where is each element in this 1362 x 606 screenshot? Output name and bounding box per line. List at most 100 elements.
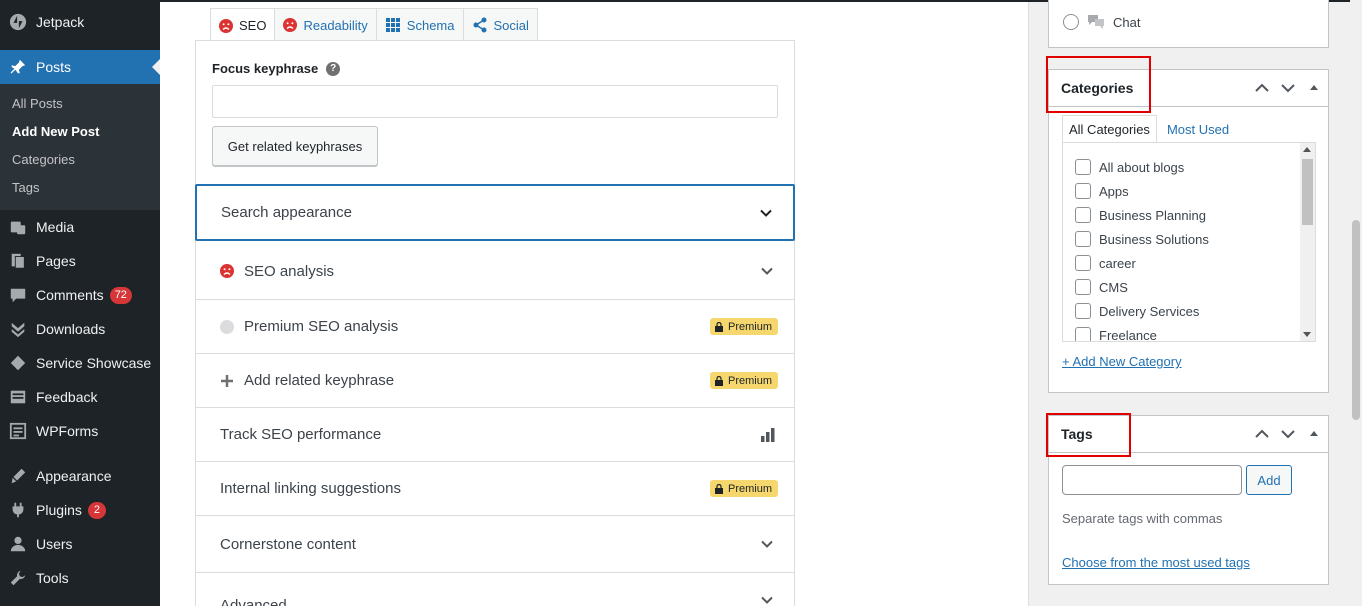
menu-feedback[interactable]: Feedback: [0, 380, 160, 414]
category-checkbox[interactable]: [1075, 303, 1091, 319]
list-item: All about blogs: [1063, 155, 1315, 179]
search-appearance-label: Search appearance: [221, 204, 352, 221]
search-appearance-row[interactable]: Search appearance: [195, 184, 795, 241]
submenu-all-posts[interactable]: All Posts: [0, 90, 160, 118]
help-icon[interactable]: ?: [326, 61, 341, 76]
cornerstone-content-row[interactable]: Cornerstone content: [196, 515, 794, 572]
track-seo-performance-row[interactable]: Track SEO performance: [196, 407, 794, 461]
scroll-thumb[interactable]: [1302, 159, 1313, 225]
chevron-up-icon[interactable]: [1254, 80, 1270, 96]
premium-badge-label: Premium: [727, 320, 772, 333]
most-used-tags-link[interactable]: Choose from the most used tags: [1062, 555, 1250, 570]
seo-analysis-row[interactable]: SEO analysis: [196, 243, 794, 299]
tab-readability[interactable]: Readability: [274, 8, 377, 41]
media-icon: [8, 217, 28, 237]
categories-highlight: [1046, 56, 1151, 113]
category-checkbox[interactable]: [1075, 159, 1091, 175]
menu-tools[interactable]: Tools: [0, 561, 160, 595]
tab-schema[interactable]: Schema: [375, 8, 464, 41]
category-checkbox[interactable]: [1075, 327, 1091, 341]
focus-keyphrase-label: Focus keyphrase ?: [212, 61, 341, 76]
menu-comments[interactable]: Comments 72: [0, 278, 160, 312]
submenu-tags[interactable]: Tags: [0, 174, 160, 202]
internal-linking-suggestions-row[interactable]: Internal linking suggestions Premium: [196, 461, 794, 515]
category-label: career: [1099, 255, 1136, 271]
advanced-label: Advanced: [220, 597, 287, 606]
showcase-icon: [8, 353, 28, 373]
sad-face-icon: [220, 264, 234, 278]
tab-social[interactable]: Social: [462, 8, 538, 41]
menu-wpforms[interactable]: WPForms: [0, 414, 160, 448]
menu-service-showcase-label: Service Showcase: [36, 355, 152, 371]
menu-plugins-label: Plugins: [36, 502, 82, 518]
plugins-icon: [8, 500, 28, 520]
category-checkbox[interactable]: [1075, 255, 1091, 271]
add-new-category-link[interactable]: + Add New Category: [1062, 354, 1182, 369]
yoast-tabs: SEO Readability Schema Social: [210, 8, 538, 42]
category-checkbox[interactable]: [1075, 183, 1091, 199]
submenu-add-new-post[interactable]: Add New Post: [0, 118, 160, 146]
menu-pages[interactable]: Pages: [0, 244, 160, 278]
pages-icon: [8, 251, 28, 271]
sad-face-icon: [219, 18, 233, 33]
get-related-keyphrases-button[interactable]: Get related keyphrases: [212, 126, 378, 166]
tab-schema-label: Schema: [406, 17, 455, 33]
lock-icon: [714, 321, 723, 332]
submenu-categories[interactable]: Categories: [0, 146, 160, 174]
category-label: CMS: [1099, 279, 1128, 295]
tab-most-used[interactable]: Most Used: [1161, 115, 1235, 143]
menu-posts[interactable]: Posts: [0, 50, 160, 84]
menu-media[interactable]: Media: [0, 210, 160, 244]
menu-downloads[interactable]: Downloads: [0, 312, 160, 346]
chevron-down-icon[interactable]: [1280, 426, 1296, 442]
advanced-row[interactable]: Advanced: [196, 572, 794, 606]
category-checkbox[interactable]: [1075, 207, 1091, 223]
focus-keyphrase-input[interactable]: [212, 85, 778, 118]
premium-badge-label: Premium: [727, 374, 772, 387]
tab-seo-label: SEO: [239, 18, 267, 33]
format-chat-radio[interactable]: [1063, 14, 1079, 30]
format-chat-label: Chat: [1113, 14, 1141, 30]
menu-users[interactable]: Users: [0, 527, 160, 561]
tab-all-categories[interactable]: All Categories: [1062, 115, 1157, 143]
lock-icon: [714, 483, 723, 494]
add-related-keyphrase-row[interactable]: Add related keyphrase Premium: [196, 353, 794, 407]
format-chat[interactable]: Chat: [1063, 14, 1140, 30]
sad-face-icon: [283, 18, 298, 32]
scroll-down-arrow-icon[interactable]: [1303, 332, 1311, 337]
menu-jetpack[interactable]: Jetpack: [0, 5, 160, 39]
premium-badge: Premium: [709, 318, 778, 335]
premium-seo-analysis-row[interactable]: Premium SEO analysis Premium: [196, 299, 794, 353]
menu-media-label: Media: [36, 219, 75, 235]
premium-badge: Premium: [709, 480, 778, 497]
menu-appearance[interactable]: Appearance: [0, 459, 160, 493]
page-scrollbar-thumb[interactable]: [1352, 220, 1360, 420]
category-label: Freelance: [1099, 327, 1157, 342]
plus-icon: [221, 374, 233, 387]
chevron-up-icon[interactable]: [1254, 426, 1270, 442]
scroll-up-arrow-icon[interactable]: [1303, 147, 1311, 152]
chevron-down-icon[interactable]: [1280, 80, 1296, 96]
menu-service-showcase[interactable]: Service Showcase: [0, 346, 160, 380]
category-checkbox[interactable]: [1075, 231, 1091, 247]
categories-scrollbar[interactable]: [1300, 143, 1315, 341]
caret-up-icon[interactable]: [1306, 80, 1322, 96]
premium-badge: Premium: [709, 372, 778, 389]
seo-analysis-label: SEO analysis: [244, 262, 335, 280]
chevron-down-icon: [761, 596, 773, 604]
list-item: Delivery Services: [1063, 299, 1315, 323]
gray-circle-icon: [220, 319, 234, 334]
menu-appearance-label: Appearance: [36, 468, 112, 484]
comments-count-badge: 72: [109, 286, 132, 304]
category-checkbox[interactable]: [1075, 279, 1091, 295]
caret-up-icon[interactable]: [1306, 426, 1322, 442]
tag-input[interactable]: [1062, 465, 1242, 495]
focus-keyphrase-text: Focus keyphrase: [212, 61, 319, 76]
menu-plugins[interactable]: Plugins 2: [0, 493, 160, 527]
tab-seo[interactable]: SEO: [210, 8, 276, 42]
list-item: Business Solutions: [1063, 227, 1315, 251]
grid-icon: [385, 18, 400, 32]
category-label: Business Planning: [1099, 207, 1206, 223]
add-tag-button[interactable]: Add: [1246, 465, 1292, 495]
chevron-down-icon: [761, 267, 773, 275]
